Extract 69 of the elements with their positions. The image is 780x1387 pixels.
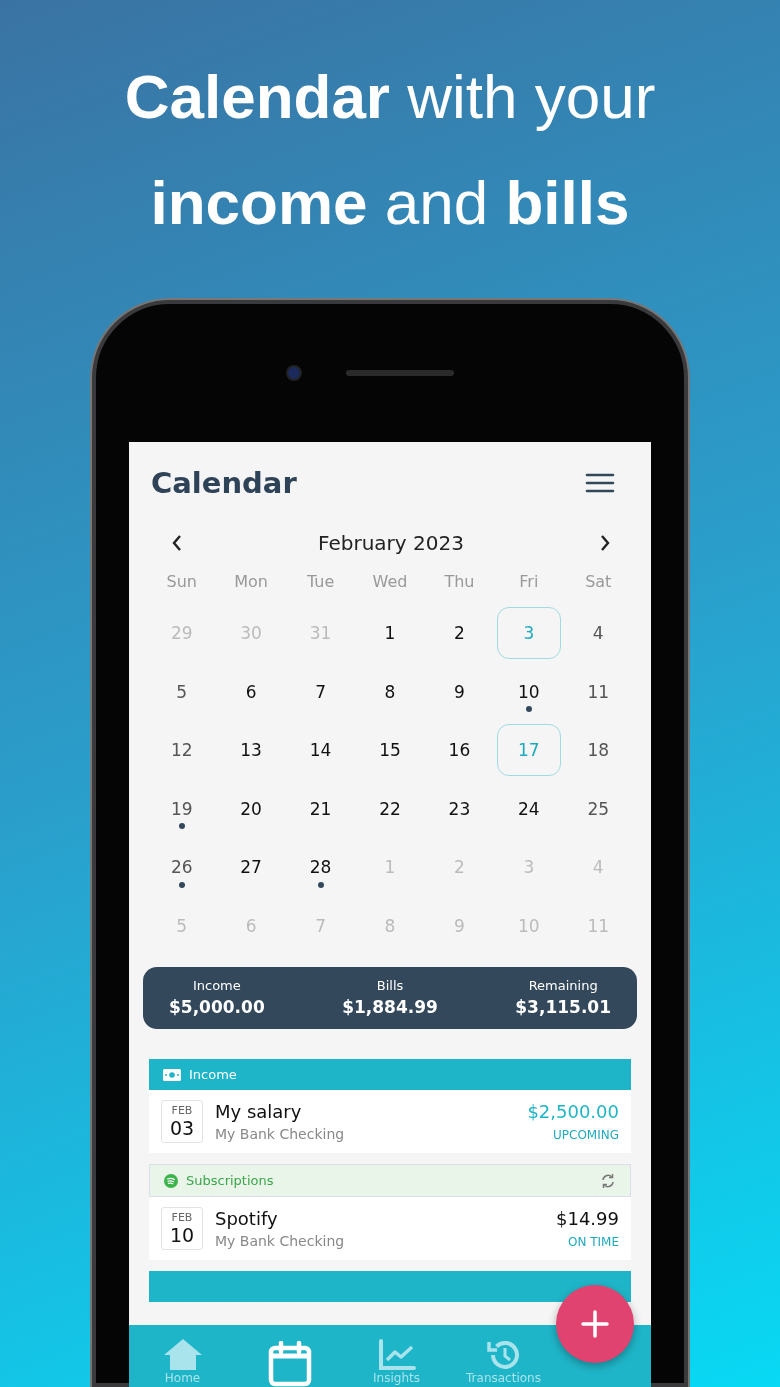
weekday-label: Tue (305, 572, 336, 593)
calendar-day[interactable]: 27 (219, 841, 284, 894)
chevron-right-icon (599, 534, 611, 552)
calendar-day[interactable]: 21 (288, 782, 353, 835)
summary-label: Income (191, 978, 242, 993)
amount: $14.99 (556, 1208, 619, 1229)
date-month: FEB (171, 1211, 193, 1224)
weekday-label: Fri (518, 572, 540, 593)
account-name: My Bank Checking (215, 1126, 346, 1142)
calendar-day[interactable]: 7 (288, 665, 353, 718)
calendar-day[interactable]: 18 (566, 724, 631, 777)
repeat-icon (600, 1172, 616, 1189)
calendar-day[interactable]: 4 (566, 607, 631, 660)
calendar-day[interactable]: 11 (566, 665, 631, 718)
date-month: FEB (171, 1104, 193, 1117)
weekday-label: Sat (584, 572, 613, 593)
weekday-label: Wed (371, 572, 409, 593)
section-title: Subscriptions (186, 1173, 274, 1188)
chevron-left-icon (171, 534, 183, 552)
cash-icon (163, 1068, 181, 1081)
status-label: ON TIME (566, 1235, 619, 1249)
amount: $2,500.00 (527, 1101, 619, 1122)
calendar-day[interactable]: 28 (288, 841, 353, 894)
calendar-day[interactable]: 8 (358, 665, 422, 718)
summary-label: Remaining (527, 978, 599, 993)
calendar-day[interactable]: 10 (496, 665, 561, 718)
transaction-name: My salary (215, 1101, 303, 1122)
calendar-day[interactable]: 6 (219, 665, 284, 718)
calendar-day[interactable]: 22 (358, 782, 422, 835)
calendar-day[interactable]: 26 (149, 841, 214, 894)
calendar-day[interactable]: 2 (427, 607, 492, 660)
summary-amount: $5,000.00 (169, 997, 265, 1017)
date-day: 03 (169, 1117, 195, 1139)
calendar-day[interactable]: 9 (427, 665, 492, 718)
calendar-day[interactable]: 16 (427, 724, 492, 777)
section-title: Income (189, 1067, 237, 1082)
calendar-day[interactable]: 25 (566, 782, 631, 835)
status-label: UPCOMING (552, 1128, 619, 1142)
plus-icon (581, 1310, 609, 1338)
transaction-row[interactable]: FEB 10 Spotify My Bank Checking $14.99 ON TIME (149, 1197, 631, 1260)
summary-amount: $1,884.99 (342, 997, 438, 1017)
calendar-icon (266, 1341, 313, 1387)
calendar-day[interactable]: 5 (149, 665, 214, 718)
headline-text: income and bills (149, 167, 631, 239)
app-title: Calendar (151, 466, 297, 500)
calendar-day[interactable]: 12 (149, 724, 214, 777)
calendar-day[interactable]: 13 (219, 724, 284, 777)
summary-amount: $3,115.01 (515, 997, 611, 1017)
calendar-day[interactable]: 1 (358, 607, 422, 660)
weekday-label: Mon (233, 572, 269, 593)
month-label: February 2023 (318, 531, 464, 555)
account-name: My Bank Checking (215, 1233, 346, 1249)
calendar-day[interactable]: 14 (288, 724, 353, 777)
transaction-row[interactable]: FEB 03 My salary My Bank Checking $2,500.00 UPCOMING (149, 1090, 631, 1153)
menu-icon (585, 472, 615, 494)
calendar-day[interactable]: 23 (427, 782, 492, 835)
calendar-day[interactable]: 15 (358, 724, 422, 777)
calendar-day[interactable]: 20 (219, 782, 284, 835)
transaction-name: Spotify (215, 1208, 279, 1229)
line-chart-icon (377, 1339, 416, 1371)
summary-label: Bills (375, 978, 405, 993)
sound-waves-logo-icon (164, 1173, 178, 1188)
calendar-day[interactable]: 19 (149, 782, 214, 835)
calendar-day[interactable]: 24 (496, 782, 561, 835)
weekday-label: Thu (443, 572, 476, 593)
date-day: 10 (169, 1224, 195, 1246)
camera-lens (286, 365, 302, 381)
weekday-label: Sun (165, 572, 198, 593)
headline-text: Calendar with your (123, 61, 657, 133)
